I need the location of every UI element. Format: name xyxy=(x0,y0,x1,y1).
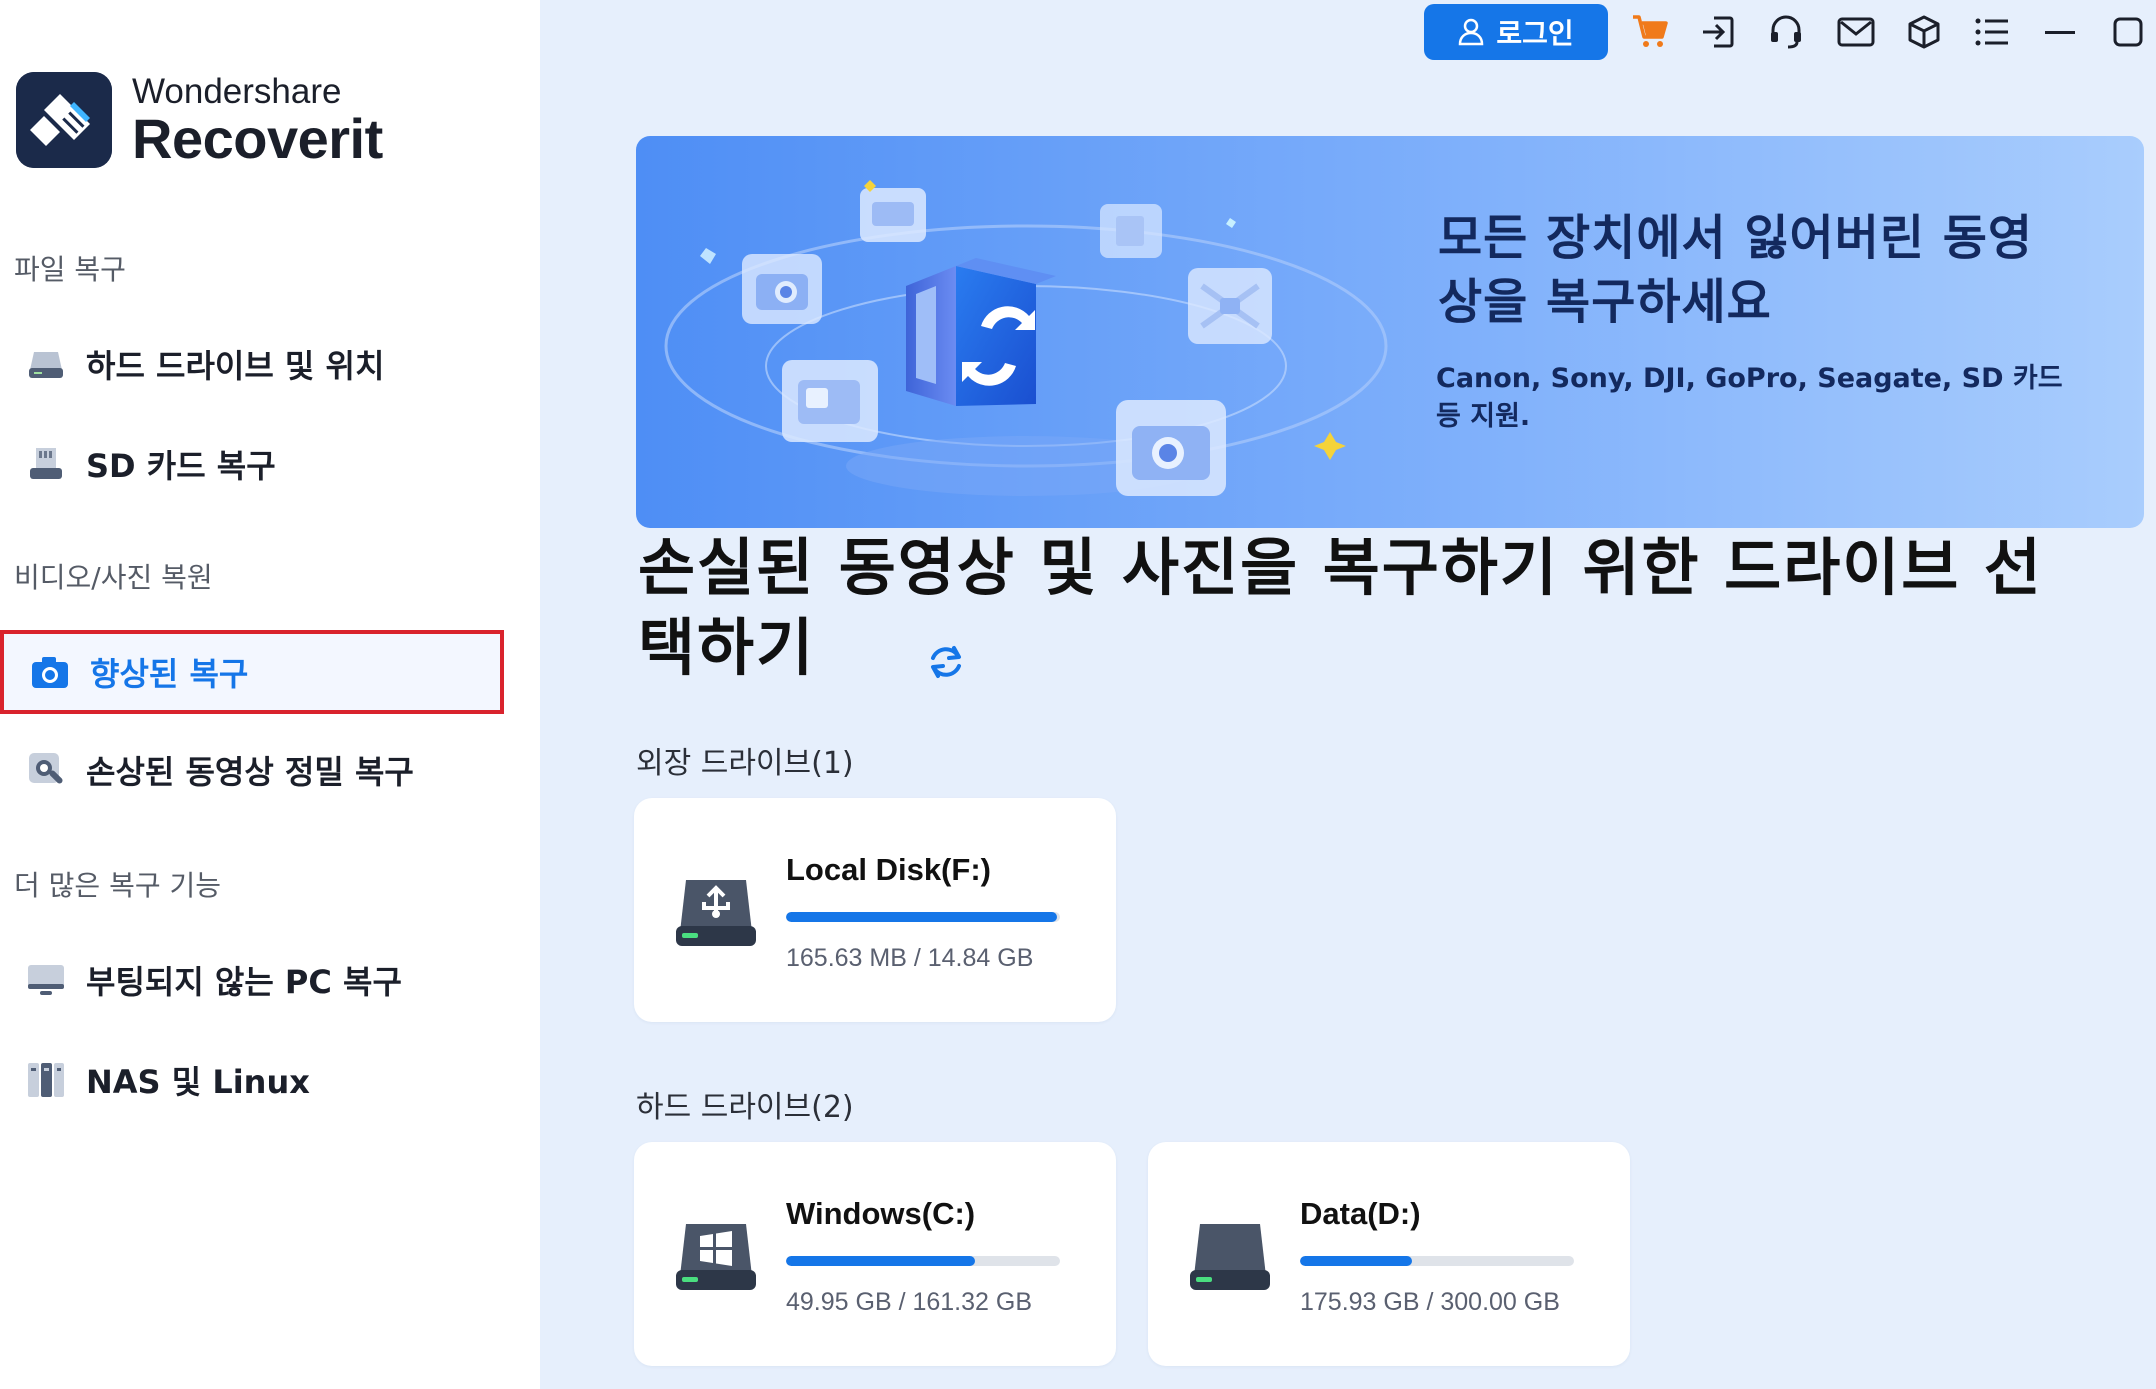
brand-name: Recoverit xyxy=(132,107,383,170)
hard-drive-icon xyxy=(1188,1214,1272,1298)
windows-drive-icon xyxy=(674,1214,758,1298)
gopro-card-icon xyxy=(782,360,878,442)
drive-size: 49.95 GB / 161.32 GB xyxy=(786,1288,1032,1316)
drive-usage-bar xyxy=(786,912,1060,922)
user-icon xyxy=(1459,18,1484,46)
external-drives-label: 외장 드라이브(1) xyxy=(636,746,854,781)
sidebar-item-nas-linux[interactable]: NAS 및 Linux xyxy=(0,1038,504,1122)
menu-icon[interactable] xyxy=(1972,12,2012,52)
monitor-icon xyxy=(26,960,66,1000)
sidebar-item-label: 향상된 복구 xyxy=(90,655,249,693)
video-repair-icon xyxy=(26,750,66,790)
page-title: 손실된 동영상 및 사진을 복구하기 위한 드라이브 선택하기 xyxy=(638,531,2043,684)
drone-card-icon xyxy=(1188,268,1272,344)
drive-name: Windows(C:) xyxy=(786,1196,976,1231)
sidebar-item-label: 부팅되지 않는 PC 복구 xyxy=(86,963,402,1001)
camera-icon xyxy=(30,652,70,692)
sidebar-item-label: NAS 및 Linux xyxy=(86,1063,310,1101)
nas-icon xyxy=(26,1060,66,1100)
camera-card-2-icon xyxy=(1116,400,1226,496)
sidebar-item-hard-drive[interactable]: 하드 드라이브 및 위치 xyxy=(0,322,504,406)
sidebar-item-label: 손상된 동영상 정밀 복구 xyxy=(86,753,414,791)
box-icon[interactable] xyxy=(1904,12,1944,52)
sidebar-item-label: 하드 드라이브 및 위치 xyxy=(86,347,385,385)
drive-usage-fill xyxy=(786,912,1058,922)
brand-top: Wondershare xyxy=(132,72,342,111)
minimize-icon[interactable] xyxy=(2040,12,2080,52)
sidebar: Wondershare Recoverit 파일 복구 하드 드라이브 및 위치… xyxy=(0,0,540,1389)
drive-card-local-disk-f[interactable]: Local Disk(F:) 165.63 MB / 14.84 GB xyxy=(634,798,1116,1022)
app-logo: Wondershare Recoverit xyxy=(16,72,383,168)
hard-drives-label: 하드 드라이브(2) xyxy=(636,1090,854,1125)
drive-size: 175.93 GB / 300.00 GB xyxy=(1300,1288,1560,1316)
sidebar-item-enhanced-recovery[interactable]: 향상된 복구 xyxy=(0,630,504,714)
sidebar-item-label: SD 카드 복구 xyxy=(86,447,276,485)
video-cube-icon xyxy=(906,258,1056,406)
login-label: 로그인 xyxy=(1496,17,1574,50)
camera-card-icon xyxy=(742,254,822,324)
headset-icon[interactable] xyxy=(1766,12,1806,52)
section-more-features: 더 많은 복구 기능 xyxy=(14,869,222,902)
login-button[interactable]: 로그인 xyxy=(1424,4,1608,60)
drive-card-windows-c[interactable]: Windows(C:) 49.95 GB / 161.32 GB xyxy=(634,1142,1116,1366)
banner-title: 모든 장치에서 잃어버린 동영상을 복구하세요 xyxy=(1438,210,2034,330)
sidebar-item-sd-card[interactable]: SD 카드 복구 xyxy=(0,422,504,506)
cart-icon[interactable] xyxy=(1630,12,1670,52)
drive-name: Data(D:) xyxy=(1300,1196,1421,1231)
banner-subtitle: Canon, Sony, DJI, GoPro, Seagate, SD 카드 … xyxy=(1436,363,2063,432)
maximize-icon[interactable] xyxy=(2108,12,2148,52)
section-file-recovery: 파일 복구 xyxy=(14,253,126,286)
drive-usage-bar xyxy=(1300,1256,1574,1266)
sign-in-icon[interactable] xyxy=(1698,12,1738,52)
recoverit-logo-icon xyxy=(16,72,112,168)
usb-drive-icon xyxy=(674,870,758,954)
drive-name: Local Disk(F:) xyxy=(786,852,991,887)
drive-usage-bar xyxy=(786,1256,1060,1266)
sd-card-small-icon xyxy=(1100,204,1162,258)
section-video-photo: 비디오/사진 복원 xyxy=(14,561,213,594)
drive-usage-fill xyxy=(1300,1256,1413,1266)
sd-card-icon xyxy=(26,444,66,484)
drive-usage-fill xyxy=(786,1256,976,1266)
hard-drive-icon xyxy=(26,344,66,384)
drive-card-icon xyxy=(860,188,926,242)
drive-card-data-d[interactable]: Data(D:) 175.93 GB / 300.00 GB xyxy=(1148,1142,1630,1366)
refresh-icon[interactable] xyxy=(924,640,968,684)
mail-icon[interactable] xyxy=(1836,12,1876,52)
sidebar-item-unbootable-pc[interactable]: 부팅되지 않는 PC 복구 xyxy=(0,938,504,1022)
sidebar-item-video-repair[interactable]: 손상된 동영상 정밀 복구 xyxy=(0,728,504,812)
drive-size: 165.63 MB / 14.84 GB xyxy=(786,944,1034,972)
